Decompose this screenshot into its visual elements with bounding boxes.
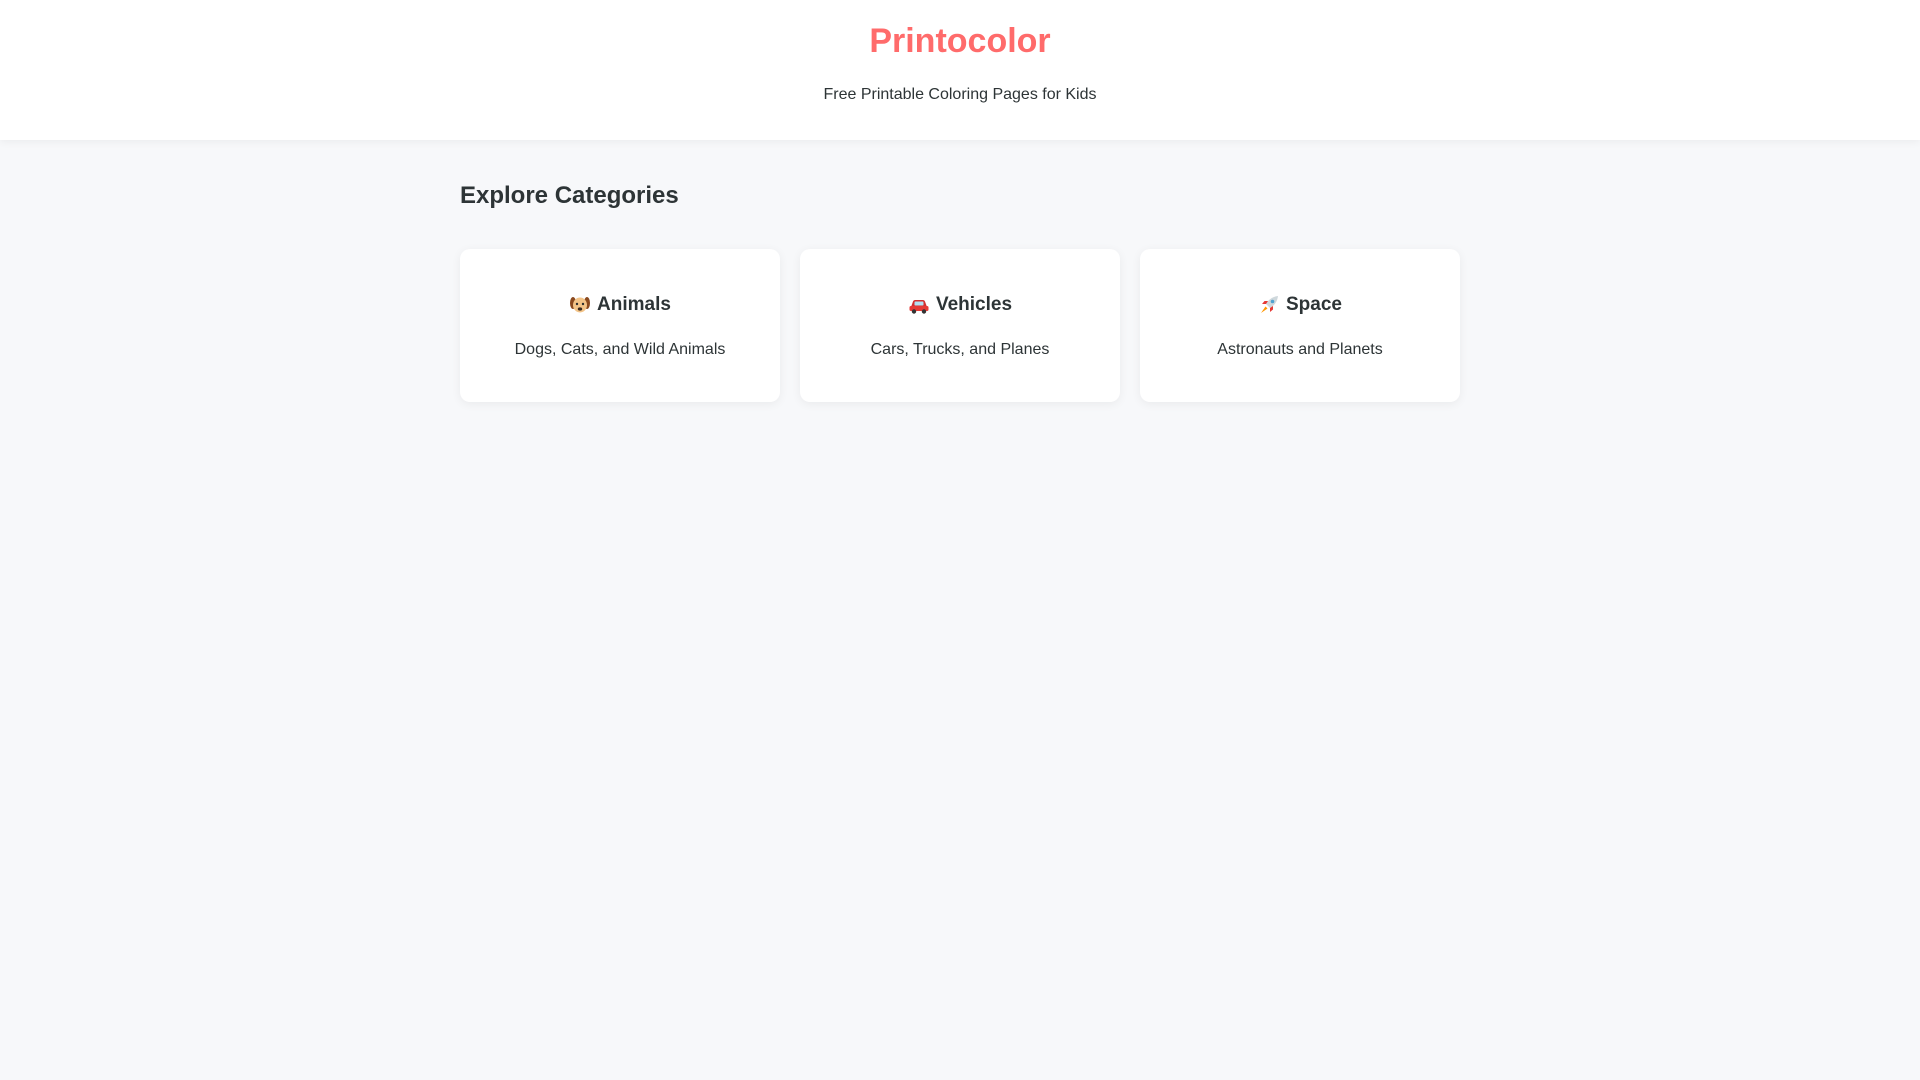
category-description: Dogs, Cats, and Wild Animals xyxy=(514,341,726,358)
category-description: Cars, Trucks, and Planes xyxy=(870,341,1050,358)
category-grid: Animals Dogs, Cats, and Wild Animals Veh… xyxy=(460,249,1460,402)
site-tagline: Free Printable Coloring Pages for Kids xyxy=(823,86,1097,103)
category-card-title: Animals xyxy=(460,293,780,317)
dog-face-icon xyxy=(569,294,591,316)
category-title-label: Vehicles xyxy=(935,294,1013,315)
category-card-vehicles[interactable]: Vehicles Cars, Trucks, and Planes xyxy=(800,249,1120,402)
main-content: Explore Categories Animals Dogs, Cats, a… xyxy=(460,180,1460,402)
rocket-icon xyxy=(1258,294,1280,316)
category-title-label: Animals xyxy=(597,294,671,315)
site-logo-title[interactable]: Printocolor xyxy=(0,20,1920,62)
category-card-title: Vehicles xyxy=(800,293,1120,317)
red-car-icon xyxy=(908,294,930,316)
category-card-space[interactable]: Space Astronauts and Planets xyxy=(1140,249,1460,402)
category-card-animals[interactable]: Animals Dogs, Cats, and Wild Animals xyxy=(460,249,780,402)
category-title-label: Space xyxy=(1286,294,1342,315)
site-header: Printocolor Free Printable Coloring Page… xyxy=(0,0,1920,140)
category-card-title: Space xyxy=(1140,293,1460,317)
section-title: Explore Categories xyxy=(460,182,679,209)
category-description: Astronauts and Planets xyxy=(1217,341,1383,358)
